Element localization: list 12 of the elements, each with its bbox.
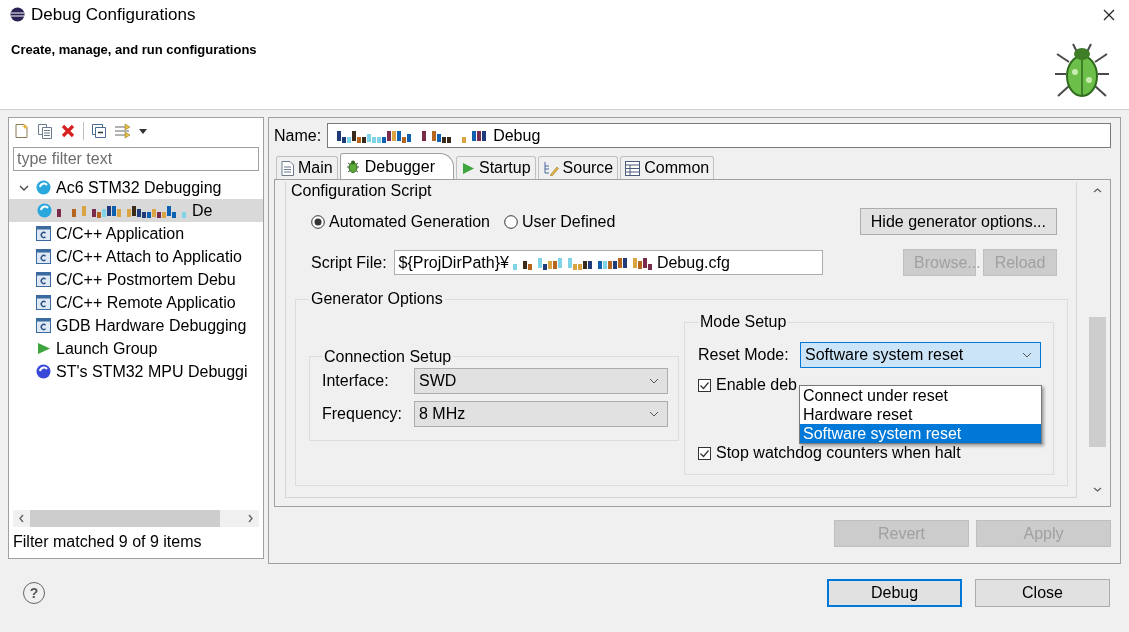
group-title: Connection Setup: [323, 347, 453, 366]
group-title: Mode Setup: [699, 313, 788, 332]
field-label: Reset Mode:: [698, 346, 790, 365]
group-title: Configuration Script: [291, 182, 433, 202]
field-label: Name:: [274, 126, 322, 145]
filter-status: Filter matched 9 of 9 items: [12, 532, 203, 553]
header-message: Create, manage, and run configurations: [11, 41, 257, 58]
field-label: Frequency:: [322, 404, 404, 423]
group-title: Generator Options: [310, 290, 444, 309]
field-label: Script File:: [311, 253, 387, 272]
window-title: Debug Configurations: [31, 4, 197, 25]
field-label: Interface:: [322, 371, 390, 390]
